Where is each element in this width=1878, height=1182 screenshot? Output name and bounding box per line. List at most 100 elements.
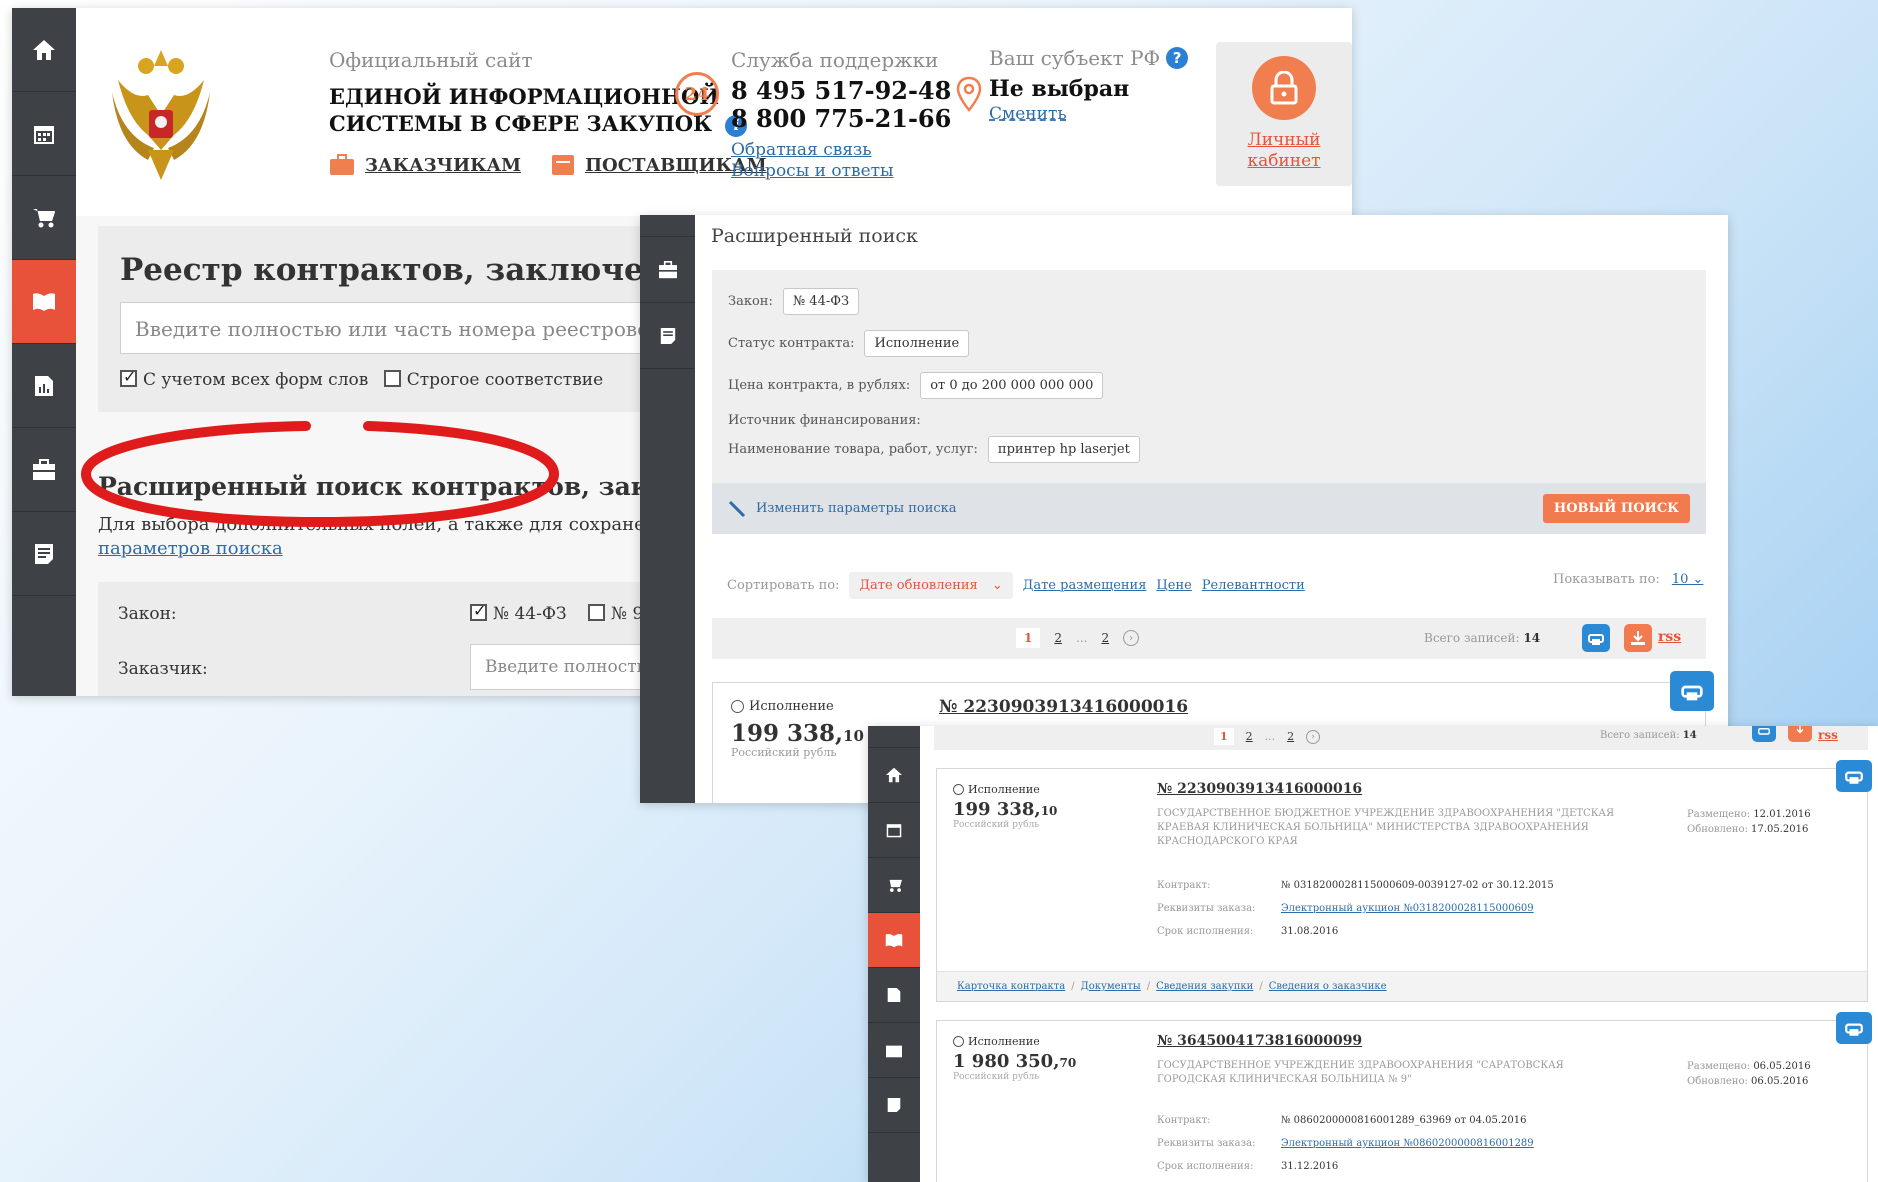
document-icon bbox=[887, 1098, 901, 1112]
customer-label: Заказчик: bbox=[118, 659, 208, 679]
sidebar-cart[interactable] bbox=[868, 858, 920, 913]
search-params-link[interactable]: параметров поиска bbox=[98, 538, 283, 559]
phone-1[interactable]: 8 495 517-92-48 bbox=[731, 77, 951, 105]
criteria-price-label: Цена контракта, в рублях: bbox=[728, 378, 911, 393]
briefcase-icon bbox=[33, 458, 55, 480]
criteria-status-value[interactable]: Исполнение bbox=[864, 330, 970, 357]
new-search-button[interactable]: НОВЫЙ ПОИСК bbox=[1542, 494, 1690, 523]
site-title-line2: СИСТЕМЫ В СФЕРЕ ЗАКУПОК i bbox=[329, 110, 748, 137]
sidebar-briefcase[interactable] bbox=[868, 1023, 920, 1078]
page-size-dropdown[interactable]: 10 ⌄ bbox=[1672, 572, 1704, 587]
criteria-law-value[interactable]: № 44-ФЗ bbox=[782, 288, 860, 315]
printer-icon bbox=[1845, 1023, 1863, 1036]
placed-date: 12.01.2016 bbox=[1753, 809, 1811, 820]
sidebar-reports[interactable] bbox=[868, 968, 920, 1023]
download-button[interactable] bbox=[1788, 726, 1812, 742]
purchase-info-link[interactable]: Сведения закупки bbox=[1156, 981, 1253, 992]
sidebar-briefcase[interactable] bbox=[12, 428, 76, 512]
download-icon bbox=[1631, 631, 1645, 645]
sidebar-reports[interactable] bbox=[12, 344, 76, 428]
customer-info-link[interactable]: Сведения о заказчике bbox=[1269, 981, 1387, 992]
book-icon bbox=[33, 292, 55, 311]
criteria-status: Статус контракта: Исполнение bbox=[728, 330, 970, 357]
deadline-label: Срок исполнения: bbox=[1157, 926, 1254, 937]
personal-cabinet-button[interactable]: Личный кабинет bbox=[1216, 42, 1352, 186]
card-number-link[interactable]: № 3645004173816000099 bbox=[1157, 1033, 1362, 1049]
law-label: Закон: bbox=[118, 604, 177, 624]
sidebar-documents[interactable] bbox=[12, 512, 76, 596]
criteria-goods-value[interactable]: принтер hp laserjet bbox=[987, 436, 1140, 463]
pagination-bar: 1 2 ... 2 › Всего записей: 14 rss bbox=[712, 618, 1706, 659]
home-icon bbox=[33, 39, 55, 60]
faq-link[interactable]: Вопросы и ответы bbox=[731, 161, 894, 181]
order-link[interactable]: Электронный аукцион №0318200028115000609 bbox=[1281, 903, 1534, 914]
eagle-icon bbox=[112, 50, 210, 180]
chevron-down-icon: ⌄ bbox=[991, 578, 1003, 593]
card-number-link[interactable]: № 2230903913416000016 bbox=[1157, 781, 1362, 797]
sidebar-calendar[interactable] bbox=[12, 92, 76, 176]
next-page-icon[interactable]: › bbox=[1123, 630, 1140, 646]
page-last[interactable]: 2 bbox=[1287, 730, 1294, 743]
help-icon[interactable]: ? bbox=[1166, 47, 1189, 69]
sidebar-calendar[interactable] bbox=[868, 803, 920, 858]
card-print-button[interactable] bbox=[1836, 1012, 1872, 1044]
coat-of-arms-logo[interactable] bbox=[108, 40, 214, 190]
feedback-link[interactable]: Обратная связь bbox=[731, 140, 872, 160]
sidebar-calendar[interactable] bbox=[640, 215, 695, 237]
law-44-checkbox[interactable]: № 44-ФЗ bbox=[470, 601, 567, 624]
result-card: Исполнение 199 338,10 Российский рубль №… bbox=[936, 768, 1868, 1002]
sidebar-contracts[interactable] bbox=[12, 260, 76, 344]
sort-update-dropdown[interactable]: Дате обновления ⌄ bbox=[849, 572, 1013, 599]
page-2[interactable]: 2 bbox=[1246, 730, 1253, 743]
nav-customers[interactable]: ЗАКАЗЧИКАМ bbox=[329, 154, 521, 176]
rss-link[interactable]: rss bbox=[1818, 728, 1838, 742]
result-price-main: 199 338, bbox=[731, 720, 844, 747]
download-button[interactable] bbox=[1624, 624, 1652, 652]
result-number-link[interactable]: № 2230903913416000016 bbox=[939, 697, 1188, 717]
print-button[interactable] bbox=[1582, 624, 1610, 652]
audience-nav: ЗАКАЗЧИКАМ ПОСТАВЩИКАМ bbox=[329, 154, 767, 176]
card-price: 1 980 350,70 bbox=[953, 1051, 1076, 1072]
advanced-filter-panel: Закон: № 44-ФЗ № 94 Заказчик: Введите по… bbox=[98, 582, 730, 696]
clock-icon bbox=[953, 784, 964, 795]
sort-price-link[interactable]: Цене bbox=[1156, 578, 1191, 593]
criteria-law: Закон: № 44-ФЗ bbox=[728, 288, 860, 315]
card-price-cents: 70 bbox=[1059, 1056, 1077, 1070]
rss-link[interactable]: rss bbox=[1658, 629, 1681, 645]
page-1[interactable]: 1 bbox=[1214, 728, 1234, 745]
page-2[interactable]: 2 bbox=[1054, 631, 1062, 645]
sidebar-documents[interactable] bbox=[640, 303, 695, 369]
criteria-price-value[interactable]: от 0 до 200 000 000 000 bbox=[920, 372, 1104, 399]
total-records: Всего записей: 14 bbox=[1424, 631, 1540, 645]
page-last[interactable]: 2 bbox=[1101, 631, 1109, 645]
sort-place-link[interactable]: Дате размещения bbox=[1023, 578, 1147, 593]
strict-checkbox[interactable]: Строгое соответствие bbox=[383, 370, 603, 390]
change-params-link[interactable]: Изменить параметры поиска bbox=[756, 501, 957, 516]
contract-card-link[interactable]: Карточка контракта bbox=[957, 981, 1065, 992]
order-link[interactable]: Электронный аукцион №0860200000816001289 bbox=[1281, 1138, 1534, 1149]
print-button[interactable] bbox=[1752, 726, 1776, 742]
sort-relevance-link[interactable]: Релевантности bbox=[1202, 578, 1305, 593]
sidebar-home[interactable] bbox=[12, 8, 76, 92]
card-print-button[interactable] bbox=[1836, 760, 1872, 792]
pagination: 1 2 ... 2 › bbox=[1016, 628, 1140, 648]
region-label-row: Ваш субъект РФ ? bbox=[989, 46, 1189, 70]
sidebar-home[interactable] bbox=[868, 748, 920, 803]
sidebar-documents[interactable] bbox=[868, 1078, 920, 1133]
next-page-icon[interactable]: › bbox=[1306, 729, 1321, 744]
sidebar-briefcase[interactable] bbox=[640, 237, 695, 303]
criteria-price: Цена контракта, в рублях: от 0 до 200 00… bbox=[728, 372, 1104, 399]
separator: / bbox=[1146, 981, 1151, 992]
sidebar-contracts[interactable] bbox=[868, 913, 920, 968]
sidebar-cart[interactable] bbox=[12, 176, 76, 260]
region-change-link[interactable]: Сменить bbox=[989, 104, 1067, 124]
region-label: Ваш субъект РФ bbox=[989, 46, 1161, 70]
registry-search-input[interactable]: Введите полностью или часть номера реест… bbox=[120, 302, 720, 354]
documents-link[interactable]: Документы bbox=[1081, 981, 1141, 992]
phone-2[interactable]: 8 800 775-21-66 bbox=[731, 105, 951, 133]
result-print-button[interactable] bbox=[1670, 671, 1714, 711]
all-forms-checkbox[interactable]: С учетом всех форм слов bbox=[120, 367, 368, 390]
card-customer: ГОСУДАРСТВЕННОЕ УЧРЕЖДЕНИЕ ЗДРАВООХРАНЕН… bbox=[1157, 1059, 1564, 1087]
highlight-ellipse bbox=[80, 421, 560, 528]
page-1[interactable]: 1 bbox=[1016, 628, 1041, 648]
